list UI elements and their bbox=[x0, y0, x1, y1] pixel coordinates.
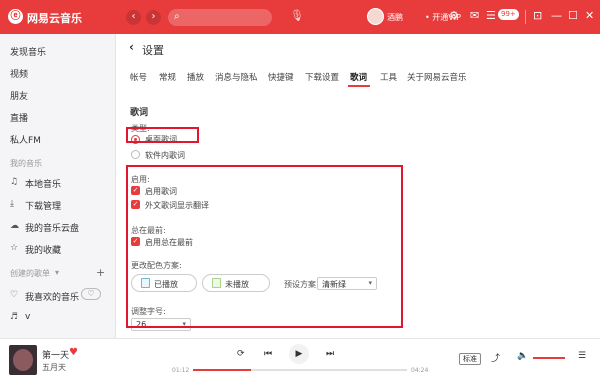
search-input[interactable]: ⌕ bbox=[168, 9, 272, 26]
artist-name[interactable]: 五月天 bbox=[42, 362, 66, 373]
cloud-icon: ☁ bbox=[10, 221, 19, 231]
maximize-icon[interactable]: ☐ bbox=[568, 9, 578, 22]
minimize-icon[interactable]: — bbox=[551, 9, 562, 22]
username[interactable]: 酒鹏 bbox=[387, 12, 403, 23]
quality-button[interactable]: 标准 bbox=[459, 353, 481, 365]
tab-playback[interactable]: 播放 bbox=[187, 71, 204, 83]
playlist-queue-icon[interactable]: ☰ bbox=[578, 351, 586, 361]
app-logo-icon: ⓔ bbox=[8, 9, 23, 24]
sidebar: 发现音乐 视频 朋友 直播 私人FM 我的音乐 ♫ 本地音乐 ⤓ 下载管理 ☁ … bbox=[0, 34, 116, 338]
add-playlist-icon[interactable]: + bbox=[96, 266, 105, 279]
heart-outline-icon: ♡ bbox=[10, 290, 19, 300]
total-time: 04:24 bbox=[411, 367, 429, 374]
sidebar-item-video[interactable]: 视频 bbox=[10, 67, 28, 80]
tab-lyrics[interactable]: 歌词 bbox=[350, 71, 367, 83]
mail-icon[interactable]: ✉ bbox=[470, 9, 479, 22]
previous-track-icon[interactable]: ⏮ bbox=[264, 349, 272, 359]
sidebar-item-liked-music[interactable]: 我喜欢的音乐 bbox=[25, 290, 79, 303]
active-tab-indicator bbox=[348, 85, 370, 87]
volume-icon[interactable]: 🔈 bbox=[517, 351, 528, 361]
avatar[interactable] bbox=[367, 8, 384, 25]
play-button[interactable]: ▶ bbox=[289, 344, 309, 364]
app-name: 网易云音乐 bbox=[27, 12, 82, 25]
tab-privacy[interactable]: 消息与隐私 bbox=[215, 71, 258, 83]
chevron-down-icon[interactable]: ▾ bbox=[55, 268, 59, 277]
sidebar-item-friends[interactable]: 朋友 bbox=[10, 89, 28, 102]
tab-about[interactable]: 关于网易云音乐 bbox=[407, 71, 467, 83]
title-divider bbox=[525, 10, 526, 24]
my-music-heading: 我的音乐 bbox=[10, 159, 42, 168]
sidebar-item-fm[interactable]: 私人FM bbox=[10, 133, 41, 146]
next-track-icon[interactable]: ⏭ bbox=[326, 349, 334, 359]
page-title: 设置 bbox=[142, 44, 164, 57]
sidebar-item-live[interactable]: 直播 bbox=[10, 111, 28, 124]
created-playlists-heading[interactable]: 创建的歌单 bbox=[10, 268, 50, 279]
sidebar-item-favorites[interactable]: 我的收藏 bbox=[25, 243, 61, 256]
tab-shortcuts[interactable]: 快捷键 bbox=[268, 71, 294, 83]
sidebar-item-discover[interactable]: 发现音乐 bbox=[10, 45, 46, 58]
tab-general[interactable]: 常规 bbox=[159, 71, 176, 83]
sidebar-item-download[interactable]: 下载管理 bbox=[25, 199, 61, 212]
music-note-icon: ♫ bbox=[10, 177, 19, 187]
download-icon: ⤓ bbox=[10, 199, 14, 209]
mini-mode-icon[interactable]: ⊡ bbox=[533, 9, 542, 22]
highlight-box-type bbox=[126, 127, 199, 143]
album-cover[interactable] bbox=[9, 345, 37, 375]
title-bar: ⓔ 网易云音乐 ‹ › ⌕ 🎙 酒鹏 • 开通VIP ⚙ ✉ ☰ 99+ ⊡ —… bbox=[0, 0, 600, 34]
sidebar-item-local-music[interactable]: 本地音乐 bbox=[25, 177, 61, 190]
progress-bar[interactable] bbox=[193, 369, 407, 371]
back-arrow-icon[interactable]: ‹ bbox=[129, 40, 134, 54]
song-title[interactable]: 第一天 bbox=[42, 348, 69, 361]
like-heart-icon[interactable]: ♥ bbox=[69, 347, 78, 358]
tab-tools[interactable]: 工具 bbox=[380, 71, 397, 83]
share-icon[interactable]: ⤴ bbox=[491, 351, 500, 364]
sidebar-item-playlist-v[interactable]: v bbox=[25, 312, 30, 322]
star-icon: ☆ bbox=[10, 243, 19, 253]
loop-icon[interactable]: ⟳ bbox=[237, 349, 245, 359]
close-icon[interactable]: ✕ bbox=[585, 9, 594, 22]
volume-slider[interactable] bbox=[533, 357, 565, 359]
progress-fill bbox=[193, 369, 251, 371]
tab-account[interactable]: 帐号 bbox=[130, 71, 147, 83]
skin-icon[interactable]: ☰ bbox=[486, 9, 496, 22]
in-app-lyrics-option[interactable]: 软件内歌词 bbox=[145, 150, 185, 161]
sidebar-item-cloud[interactable]: 我的音乐云盘 bbox=[25, 221, 79, 234]
message-badge[interactable]: 99+ bbox=[498, 9, 519, 20]
lyrics-section-title: 歌词 bbox=[130, 108, 149, 118]
in-app-lyrics-radio[interactable] bbox=[131, 150, 140, 159]
tab-download[interactable]: 下载设置 bbox=[305, 71, 339, 83]
elapsed-time: 01:12 bbox=[172, 367, 190, 374]
heartbeat-mode-button[interactable]: ♡ bbox=[81, 288, 101, 300]
search-icon: ⌕ bbox=[174, 11, 180, 22]
highlight-box-options bbox=[126, 165, 403, 328]
playlist-icon: ♬ bbox=[10, 312, 19, 322]
microphone-icon[interactable]: 🎙 bbox=[290, 9, 304, 22]
forward-button[interactable]: › bbox=[146, 10, 161, 25]
back-button[interactable]: ‹ bbox=[126, 10, 141, 25]
settings-icon[interactable]: ⚙ bbox=[449, 9, 459, 22]
